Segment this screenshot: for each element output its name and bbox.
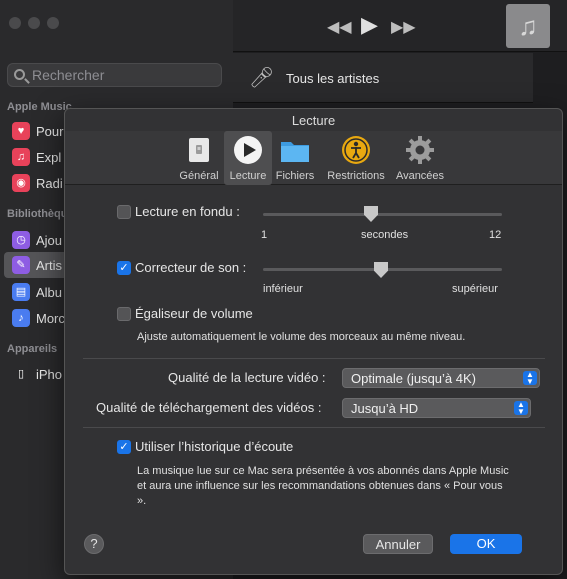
general-icon [189,138,209,162]
crossfade-slider[interactable] [263,213,502,216]
sound-enhancer-label: Correcteur de son : [135,260,247,275]
sidebar-item-label: Radi [36,175,63,191]
crossfade-label: Lecture en fondu : [135,204,240,219]
sidebar-item-label: Morc [36,310,65,326]
sidebar-item-icon: ▤ [12,283,30,301]
download-quality-label: Qualité de téléchargement des vidéos : [96,400,322,415]
sidebar-item-icon: ♪ [12,309,30,327]
next-icon[interactable]: ▶▶ [391,17,416,37]
sidebar-item[interactable]: ▤ Albu [12,282,62,302]
sound-enhancer-max-label: supérieur [452,283,498,295]
sound-enhancer-checkbox[interactable]: ✓ [117,261,131,275]
sidebar-item-label: Ajou [36,232,63,248]
sidebar-item-icon: ▯ [17,368,25,380]
listening-history-label: Utiliser l’historique d’écoute [135,439,294,454]
search-icon [14,69,25,80]
chevron-updown-icon: ▲ ▼ [523,371,537,386]
sidebar-item-label: Artis [36,257,62,273]
folder-icon [281,142,309,162]
tab-files[interactable]: Fichiers [272,131,318,185]
close-window-button[interactable] [9,17,21,29]
crossfade-unit-label: secondes [361,229,409,241]
all-artists-row[interactable]: 🎤︎ Tous les artistes [233,53,533,103]
tab-restrictions-label: Restrictions [327,170,385,182]
tab-advanced-label: Avancées [395,170,445,182]
sidebar-item-icon: ♫ [12,148,30,166]
tab-files-label: Fichiers [275,170,315,182]
sound-check-checkbox[interactable] [117,307,131,321]
sidebar-item-label: Expl [36,149,62,165]
preferences-toolbar: Général Lecture Fichiers Restrictions Av… [65,131,562,185]
playback-settings: Lecture en fondu : 1 secondes 12 ✓ Corre… [65,186,562,574]
crossfade-min-label: 1 [261,229,268,241]
sidebar-item[interactable]: ◉ Radi [12,173,63,193]
play-icon [234,136,262,164]
section-devices: Appareils [7,343,58,355]
sidebar-item[interactable]: ♪ Morc [12,308,65,328]
tab-playback[interactable]: Lecture [224,131,272,185]
listening-history-description: La musique lue sur ce Mac sera présentée… [137,465,509,507]
ok-button[interactable]: OK [450,534,522,554]
sidebar-item[interactable]: ♫ Expl [12,147,61,167]
video-quality-select[interactable]: Optimale (jusqu’à 4K) ▲ ▼ [342,368,540,388]
tab-general-label: Général [179,170,219,182]
sidebar-item[interactable]: ♥ Pour [12,121,63,141]
download-quality-select[interactable]: Jusqu’à HD ▲ ▼ [342,398,531,418]
minimize-window-button[interactable] [28,17,40,29]
music-note-icon: ♫ [506,4,550,48]
sidebar-item-icon: ✎ [12,256,30,274]
microphone-icon: 🎤︎ [249,67,275,89]
all-artists-label: Tous les artistes [286,71,380,86]
tab-general[interactable]: Général [173,131,225,185]
sound-check-description: Ajuste automatiquement le volume des mor… [137,331,466,343]
restrictions-icon [342,136,370,164]
sidebar-item-icon: ◷ [12,231,30,249]
sidebar-item-label: Pour [36,123,64,139]
previous-icon[interactable]: ◀◀ [327,17,352,37]
chevron-updown-icon: ▲ ▼ [514,401,528,416]
sidebar-item-label: Albu [36,284,63,300]
video-quality-value: Optimale (jusqu’à 4K) [351,371,476,386]
tab-restrictions[interactable]: Restrictions [322,131,390,185]
gear-icon [406,136,434,164]
search-input[interactable]: Rechercher [7,63,222,87]
sidebar-item-icon: ♥ [12,122,30,140]
crossfade-checkbox[interactable] [117,205,131,219]
crossfade-slider-knob[interactable] [364,206,378,222]
sidebar-item-icon: ◉ [12,174,30,192]
search-placeholder: Rechercher [32,67,105,83]
help-button[interactable]: ? [84,534,104,554]
tab-playback-label: Lecture [229,170,267,182]
separator [83,427,545,428]
sound-enhancer-min-label: inférieur [263,283,303,295]
zoom-window-button[interactable] [47,17,59,29]
sidebar-item[interactable]: ✎ Artis [12,255,62,275]
sidebar-item[interactable]: ▯ iPho [12,364,62,384]
play-button-icon[interactable]: ▶ [361,12,378,38]
tab-advanced[interactable]: Avancées [392,131,448,185]
separator [83,358,545,359]
listening-history-checkbox[interactable]: ✓ [117,440,131,454]
cancel-button[interactable]: Annuler [363,534,433,554]
sound-enhancer-slider-knob[interactable] [374,262,388,278]
sidebar-item[interactable]: ◷ Ajou [12,230,62,250]
sidebar-item-label: iPho [36,366,63,382]
crossfade-max-label: 12 [489,229,502,241]
video-quality-label: Qualité de la lecture vidéo : [168,370,326,385]
dialog-title: Lecture [291,113,336,128]
sound-check-label: Égaliseur de volume [135,306,253,321]
download-quality-value: Jusqu’à HD [351,401,419,416]
preferences-dialog: Lecture Général Lecture Fichiers Restric… [64,108,563,575]
section-apple-music: Apple Music [7,101,72,113]
